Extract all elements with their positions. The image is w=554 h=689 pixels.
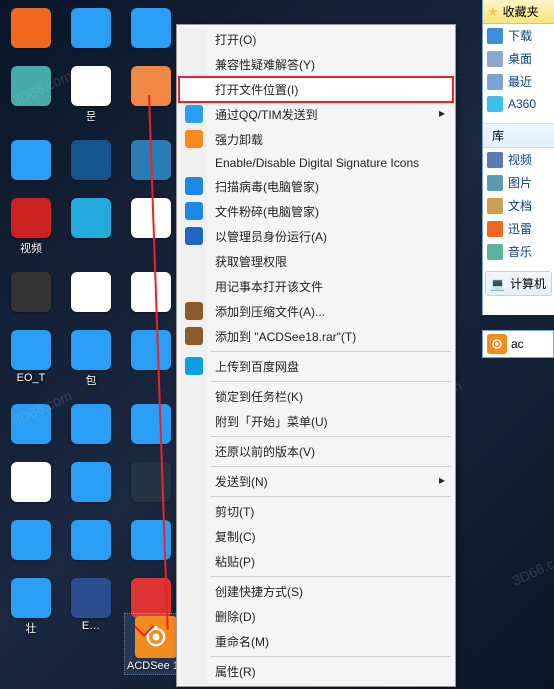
context-menu-cut[interactable]: 剪切(T): [179, 499, 453, 524]
context-menu-pin-start[interactable]: 附到「开始」菜单(U): [179, 409, 453, 434]
shield-icon: [185, 177, 203, 195]
computer-icon: 💻: [490, 277, 505, 291]
desktop-icon[interactable]: [2, 140, 60, 182]
video-icon: [487, 152, 503, 168]
context-menu-open-with-notepad[interactable]: 用记事本打开该文件: [179, 274, 453, 299]
context-menu-send-to[interactable]: 发送到(N)▸: [179, 469, 453, 494]
context-menu-pin-taskbar[interactable]: 锁定到任务栏(K): [179, 384, 453, 409]
uninstall-icon: [185, 130, 203, 148]
desktop-icon[interactable]: [62, 198, 120, 256]
acdsee-icon: [487, 334, 507, 354]
desktop-icon[interactable]: [122, 462, 180, 504]
winrar-icon: [185, 302, 203, 320]
desktop-icon[interactable]: 包: [62, 330, 120, 388]
qq-icon: [185, 105, 203, 123]
context-menu-run-as-admin[interactable]: 以管理员身份运行(A): [179, 224, 453, 249]
context-menu-force-uninstall[interactable]: 强力卸载: [179, 127, 453, 152]
desktop-icon[interactable]: [2, 520, 60, 562]
desktop-icon[interactable]: [122, 272, 180, 314]
desktop-icon[interactable]: 壮: [2, 578, 60, 636]
desktop-icon[interactable]: [62, 8, 120, 50]
nav-downloads[interactable]: 下载: [483, 24, 554, 47]
context-menu-scan-virus[interactable]: 扫描病毒(电脑管家): [179, 174, 453, 199]
context-menu-digital-signature[interactable]: Enable/Disable Digital Signature Icons: [179, 152, 453, 174]
download-icon: [487, 28, 503, 44]
a360-icon: [487, 96, 503, 112]
desktop-icon[interactable]: E…: [62, 578, 120, 636]
context-menu-rename[interactable]: 重命名(M): [179, 629, 453, 654]
nav-documents[interactable]: 文档: [483, 194, 554, 217]
desktop-icon[interactable]: [62, 140, 120, 182]
desktop-icon: [487, 51, 503, 67]
acdsee-title-band: ac: [482, 330, 554, 358]
desktop-icon[interactable]: [122, 140, 180, 182]
nav-library-header[interactable]: 库: [483, 123, 554, 148]
desktop-icon[interactable]: [122, 8, 180, 50]
context-menu-compat-troubleshoot[interactable]: 兼容性疑难解答(Y): [179, 52, 453, 77]
cloud-icon: [185, 357, 203, 375]
context-menu-upload-baidu[interactable]: 上传到百度网盘: [179, 354, 453, 379]
recent-icon: [487, 74, 503, 90]
nav-desktop[interactable]: 桌面: [483, 47, 554, 70]
admin-shield-icon: [185, 227, 203, 245]
desktop-icon[interactable]: [122, 520, 180, 562]
desktop-icon[interactable]: [2, 272, 60, 314]
desktop-icon[interactable]: [62, 272, 120, 314]
desktop-icon-grid: 문 视频 EO_T 包 壮 E… kyN…: [0, 0, 180, 644]
picture-icon: [487, 175, 503, 191]
context-menu-add-to-rar[interactable]: 添加到 "ACDSee18.rar"(T): [179, 324, 453, 349]
context-menu-file-shred[interactable]: 文件粉碎(电脑管家): [179, 199, 453, 224]
desktop-icon[interactable]: [2, 66, 60, 124]
desktop-icon[interactable]: [62, 404, 120, 446]
desktop-icon[interactable]: [122, 66, 180, 124]
music-icon: [487, 244, 503, 260]
nav-music[interactable]: 音乐: [483, 240, 554, 263]
explorer-nav-pane: ★收藏夹 下载 桌面 最近 A360 库 视频 图片 文档 迅雷 音乐 💻计算机: [482, 0, 554, 315]
desktop-icon[interactable]: [62, 462, 120, 504]
desktop-icon[interactable]: 문: [62, 66, 120, 124]
context-menu-delete[interactable]: 删除(D): [179, 604, 453, 629]
winrar-icon: [185, 327, 203, 345]
desktop-icon[interactable]: EO_T: [2, 330, 60, 388]
desktop-icon[interactable]: [122, 330, 180, 388]
context-menu-get-admin[interactable]: 获取管理权限: [179, 249, 453, 274]
desktop-icon[interactable]: [122, 198, 180, 256]
xunlei-icon: [487, 221, 503, 237]
desktop-icon[interactable]: [2, 8, 60, 50]
star-icon: ★: [487, 4, 499, 20]
context-menu-add-to-archive[interactable]: 添加到压缩文件(A)...: [179, 299, 453, 324]
context-menu-create-shortcut[interactable]: 创建快捷方式(S): [179, 579, 453, 604]
context-menu-paste[interactable]: 粘贴(P): [179, 549, 453, 574]
desktop-icon[interactable]: [2, 404, 60, 446]
nav-xunlei[interactable]: 迅雷: [483, 217, 554, 240]
context-menu-restore-versions[interactable]: 还原以前的版本(V): [179, 439, 453, 464]
desktop-icon[interactable]: 视频: [2, 198, 60, 256]
context-menu-open[interactable]: 打开(O): [179, 27, 453, 52]
nav-favorites-header[interactable]: ★收藏夹: [483, 0, 554, 24]
context-menu-properties[interactable]: 属性(R): [179, 659, 453, 684]
document-icon: [487, 198, 503, 214]
context-menu-open-file-location[interactable]: 打开文件位置(I): [179, 77, 453, 102]
nav-recent[interactable]: 最近: [483, 70, 554, 93]
context-menu-qq-send[interactable]: 通过QQ/TIM发送到▸: [179, 102, 453, 127]
nav-a360[interactable]: A360: [483, 93, 554, 115]
desktop-icon[interactable]: [2, 462, 60, 504]
shield-icon: [185, 202, 203, 220]
desktop-icon[interactable]: [62, 520, 120, 562]
watermark: 3D66.com: [510, 547, 554, 588]
context-menu-copy[interactable]: 复制(C): [179, 524, 453, 549]
nav-computer[interactable]: 💻计算机: [485, 271, 552, 296]
context-menu: 打开(O) 兼容性疑难解答(Y) 打开文件位置(I) 通过QQ/TIM发送到▸ …: [176, 24, 456, 687]
desktop-icon[interactable]: [122, 404, 180, 446]
nav-pictures[interactable]: 图片: [483, 171, 554, 194]
nav-videos[interactable]: 视频: [483, 148, 554, 171]
